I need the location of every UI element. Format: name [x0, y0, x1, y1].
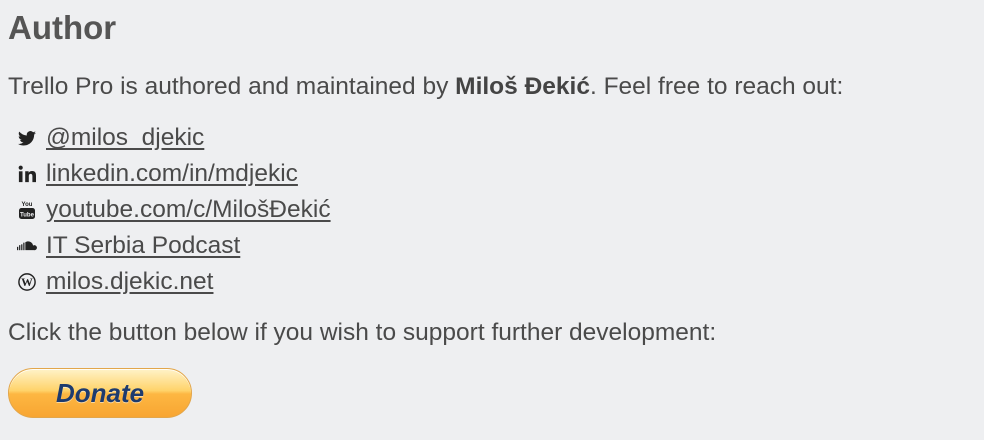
svg-text:W: W	[21, 276, 33, 289]
twitter-icon	[16, 127, 38, 149]
list-item: linkedin.com/in/mdjekic	[16, 156, 331, 192]
wordpress-icon: W	[16, 271, 38, 293]
donate-label: Donate	[55, 377, 145, 408]
linkedin-link[interactable]: linkedin.com/in/mdjekic	[46, 160, 298, 188]
linkedin-icon	[16, 163, 38, 185]
support-text: Click the button below if you wish to su…	[8, 319, 717, 346]
list-item: You Tube youtube.com/c/MilošĐekić	[16, 192, 331, 228]
youtube-icon: You Tube	[16, 199, 38, 221]
svg-text:You: You	[22, 202, 33, 208]
intro-suffix: . Feel free to reach out:	[589, 73, 844, 100]
svg-text:Tube: Tube	[20, 213, 35, 219]
author-name: Miloš Đekić	[455, 73, 590, 100]
list-item: IT Serbia Podcast	[16, 228, 331, 264]
soundcloud-icon	[16, 235, 38, 257]
twitter-link[interactable]: @milos_djekic	[46, 124, 204, 152]
donate-button[interactable]: Donate	[8, 368, 192, 418]
podcast-link[interactable]: IT Serbia Podcast	[46, 232, 240, 260]
youtube-link[interactable]: youtube.com/c/MilošĐekić	[46, 196, 331, 224]
author-intro: Trello Pro is authored and maintained by…	[8, 70, 843, 104]
contact-links: @milos_djekic linkedin.com/in/mdjekic Yo…	[16, 120, 331, 300]
intro-prefix: Trello Pro is authored and maintained by	[8, 73, 456, 100]
author-panel: Author Trello Pro is authored and mainta…	[0, 0, 984, 440]
website-link[interactable]: milos.djekic.net	[46, 268, 213, 296]
section-heading: Author	[8, 9, 117, 46]
list-item: @milos_djekic	[16, 120, 331, 156]
list-item: W milos.djekic.net	[16, 264, 331, 300]
